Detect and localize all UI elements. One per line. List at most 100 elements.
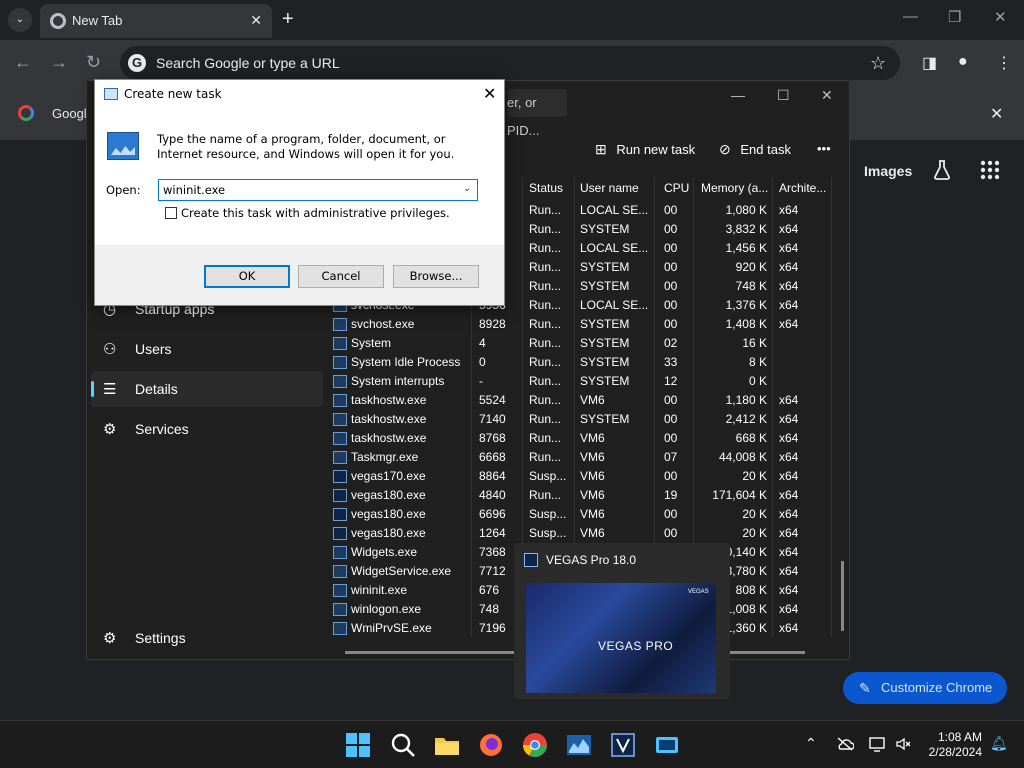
cell-pid: 748 [479, 602, 500, 616]
vertical-scrollbar[interactable] [841, 561, 844, 631]
table-row[interactable]: System interrupts - Run... SYSTEM 12 0 K [329, 372, 849, 391]
side-panel-icon[interactable]: ◨ [922, 53, 937, 73]
tm-minimize-icon[interactable]: — [731, 87, 745, 103]
firefox-icon[interactable] [477, 731, 505, 759]
table-row[interactable]: taskhostw.exe 8768 Run... VM6 00 668 K x64 [329, 429, 849, 448]
cell-cpu: 00 [664, 279, 678, 293]
chevron-up-icon[interactable]: ⌃ [805, 735, 817, 752]
vegas-pro-icon[interactable] [609, 731, 637, 759]
restore-icon[interactable]: ❐ [948, 8, 961, 26]
cell-pid: 8864 [479, 469, 506, 483]
run-dialog-icon[interactable] [653, 731, 681, 759]
close-tab-icon[interactable]: ✕ [250, 12, 262, 29]
column-header-memory[interactable]: Memory (a... [701, 181, 768, 203]
tab-search-button[interactable]: ⌄ [8, 8, 32, 32]
file-explorer-icon[interactable] [433, 731, 461, 759]
column-header-status[interactable]: Status [529, 181, 563, 203]
table-row[interactable]: svchost.exe 8928 Run... SYSTEM 00 1,408 K x64 [329, 315, 849, 334]
tm-maximize-icon[interactable]: ☐ [777, 87, 790, 104]
chrome-icon[interactable] [521, 731, 549, 759]
cell-user: SYSTEM [580, 222, 630, 236]
table-row[interactable]: vegas180.exe 1264 Susp... VM6 00 20 K x64 [329, 524, 849, 543]
dialog-close-icon[interactable]: ✕ [483, 84, 496, 103]
onedrive-cloud-icon[interactable] [836, 737, 854, 751]
reload-icon[interactable]: ↻ [86, 52, 101, 73]
cell-name: System [351, 336, 392, 350]
cell-cpu: 00 [664, 203, 678, 217]
run-new-task-button[interactable]: ⊞ Run new task [595, 141, 695, 158]
cell-pid: 4840 [479, 488, 506, 502]
start-windows-icon[interactable] [344, 731, 372, 759]
vegas-process-icon [333, 489, 347, 502]
sidebar-item-services[interactable]: ⚙ Services [91, 411, 323, 447]
table-row[interactable]: vegas170.exe 8864 Susp... VM6 00 20 K x64 [329, 467, 849, 486]
column-header-cpu[interactable]: CPU [664, 181, 689, 203]
omnibox[interactable]: G Search Google or type a URL [120, 46, 900, 80]
minimize-icon[interactable]: — [903, 8, 918, 25]
table-row[interactable]: vegas180.exe 4840 Run... VM6 19 171,604 K x64 [329, 486, 849, 505]
network-icon[interactable] [868, 736, 886, 752]
cell-status: Run... [529, 488, 562, 502]
table-row[interactable]: System 4 Run... SYSTEM 02 16 K [329, 334, 849, 353]
menu-kebab-icon[interactable]: ⋮ [996, 53, 1012, 73]
close-bar-icon[interactable]: ✕ [990, 104, 1003, 124]
cell-mem: 0 K [748, 374, 767, 388]
sidebar-item-users[interactable]: ⚇ Users [91, 331, 323, 367]
column-header-user[interactable]: User name [580, 181, 639, 203]
cell-pid: 7368 [479, 545, 506, 559]
cancel-button[interactable]: Cancel [298, 265, 384, 288]
google-apps-icon[interactable] [978, 158, 1002, 182]
cell-cpu: 00 [664, 298, 678, 312]
profile-icon[interactable]: ● [958, 53, 968, 71]
sidebar-item-settings[interactable]: ⚙ Settings [91, 620, 323, 656]
notification-bell-icon[interactable]: 🔔︎ [990, 735, 1008, 752]
close-window-icon[interactable]: ✕ [994, 8, 1007, 26]
cell-name: System interrupts [351, 374, 445, 388]
tm-close-icon[interactable]: ✕ [821, 87, 833, 104]
customize-chrome-button[interactable]: ✎ Customize Chrome [843, 672, 1007, 704]
process-icon [333, 622, 347, 635]
table-row[interactable]: Taskmgr.exe 6668 Run... VM6 07 44,008 K x64 [329, 448, 849, 467]
vegas-taskbar-preview[interactable]: VEGAS Pro 18.0 VEGAS VEGAS PRO [514, 543, 730, 699]
back-icon[interactable]: ← [14, 52, 32, 73]
cell-status: Run... [529, 355, 562, 369]
table-row[interactable]: taskhostw.exe 5524 Run... VM6 00 1,180 K x64 [329, 391, 849, 410]
cell-cpu: 12 [664, 374, 678, 388]
browse-button[interactable]: Browse... [393, 265, 479, 288]
process-icon [333, 394, 347, 407]
images-link[interactable]: Images [864, 163, 912, 179]
table-row[interactable]: System Idle Process 0 Run... SYSTEM 33 8 K [329, 353, 849, 372]
search-icon[interactable] [389, 731, 417, 759]
end-task-button[interactable]: ⊘ End task [719, 141, 791, 158]
tab-new-tab[interactable]: New Tab ✕ [40, 4, 272, 38]
bookmark-label[interactable]: Googl [52, 106, 87, 121]
tab-title: New Tab [72, 13, 123, 28]
open-input[interactable] [158, 179, 478, 201]
customize-chrome-label: Customize Chrome [881, 680, 993, 695]
new-tab-button[interactable]: + [282, 8, 294, 31]
system-clock[interactable]: 1:08 AM 2/28/2024 [922, 730, 982, 760]
column-header-architecture[interactable]: Archite... [779, 181, 826, 203]
task-manager-icon[interactable] [565, 731, 593, 759]
more-options-button[interactable]: ••• [817, 141, 831, 156]
cell-mem: 2,412 K [725, 412, 767, 426]
forward-icon[interactable]: → [50, 52, 68, 73]
volume-muted-icon[interactable] [895, 737, 911, 751]
labs-flask-icon[interactable] [930, 158, 954, 182]
bookmark-star-icon[interactable]: ☆ [870, 53, 886, 74]
cell-cpu: 00 [664, 222, 678, 236]
cell-mem: 1,080 K [725, 203, 767, 217]
chevron-down-icon[interactable]: ⌄ [463, 183, 471, 194]
table-row[interactable]: taskhostw.exe 7140 Run... SYSTEM 00 2,412 K x6… [329, 410, 849, 429]
cell-name: System Idle Process [351, 355, 461, 369]
cell-status: Run... [529, 260, 562, 274]
ok-button[interactable]: OK [204, 265, 290, 288]
admin-privileges-checkbox[interactable] [165, 207, 177, 219]
table-row[interactable]: vegas180.exe 6696 Susp... VM6 00 20 K x64 [329, 505, 849, 524]
cell-cpu: 02 [664, 336, 678, 350]
admin-checkbox-label[interactable]: Create this task with administrative pri… [181, 206, 450, 220]
task-manager-search[interactable]: er, or PID... [507, 89, 567, 138]
sidebar-item-details[interactable]: ☰ Details [91, 371, 323, 407]
cell-user: LOCAL SE... [580, 241, 649, 255]
cell-user: SYSTEM [580, 317, 630, 331]
